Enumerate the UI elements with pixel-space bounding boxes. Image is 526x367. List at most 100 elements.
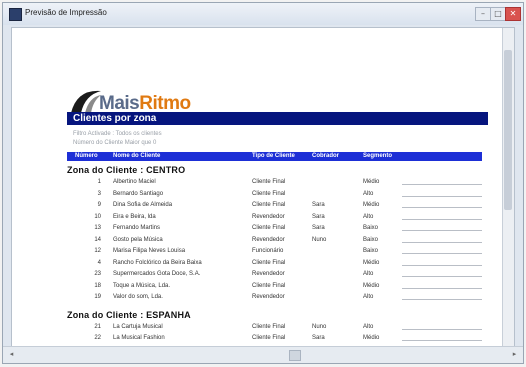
row-rule	[402, 299, 482, 300]
cell-client-type: Revendedor	[252, 236, 285, 243]
cell-number: 1	[97, 179, 101, 185]
cell-client-name: La Cartuja Musical	[113, 323, 163, 330]
cell-client-name: Marisa Filipa Neves Louisa	[113, 248, 186, 254]
cell-number: 14	[94, 236, 101, 243]
cell-segment: Médio	[363, 282, 380, 289]
cell-segment: Médio	[363, 179, 380, 185]
row-rule	[402, 207, 482, 208]
table-row[interactable]: 22 La Musical Fashion Cliente Final Sara Méd…	[67, 333, 487, 344]
cell-client-type: Cliente Final	[252, 202, 286, 208]
cell-number: 3	[97, 190, 101, 197]
column-header: Número Nome do Cliente Tipo de Cliente C…	[67, 152, 482, 161]
maximize-button[interactable]: □	[490, 7, 506, 21]
row-rule	[402, 253, 482, 254]
row-rule	[402, 184, 482, 185]
title-bar[interactable]: Previsão de Impressão – □ ✕	[3, 3, 523, 25]
row-rule	[402, 340, 482, 341]
cell-segment: Alto	[363, 213, 374, 220]
col-name: Nome do Cliente	[113, 153, 161, 159]
cell-client-type: Revendedor	[252, 213, 285, 220]
zone-heading: Zona do Cliente : CENTRO	[67, 165, 186, 175]
filter-line-1: Filtro Activade : Todos os clientes	[73, 131, 162, 137]
row-rule	[402, 218, 482, 220]
cell-number: 10	[94, 213, 101, 220]
cell-client-name: Toque a Música, Lda.	[113, 282, 171, 289]
row-rule	[402, 241, 482, 243]
cell-client-name: Rancho Folclórico da Beira Baixa	[113, 259, 202, 266]
row-rule	[402, 328, 482, 330]
cell-client-name: Bernardo Santiago	[113, 190, 164, 197]
cell-client-type: Cliente Final	[252, 323, 286, 330]
table-row[interactable]: 4 Rancho Folclórico da Beira Baixa Cliente…	[67, 258, 487, 269]
cell-client-type: Funcionário	[252, 248, 284, 254]
cell-collector: Sara	[312, 225, 325, 231]
cell-number: 18	[94, 282, 101, 289]
cell-segment: Alto	[363, 294, 374, 300]
table-row[interactable]: 18 Toque a Música, Lda. Cliente Final Médio	[67, 281, 487, 292]
close-button[interactable]: ✕	[505, 7, 521, 21]
scroll-right-icon[interactable]: ▸	[510, 350, 519, 359]
cell-segment: Baixo	[363, 248, 379, 254]
cell-collector: Nuno	[312, 323, 327, 330]
col-number: Número	[75, 153, 98, 159]
table-row[interactable]: 12 Marisa Filipa Neves Louisa Funcionário B…	[67, 246, 487, 257]
resize-grip[interactable]	[289, 350, 301, 361]
cell-client-name: Dina Sofia de Almeida	[113, 202, 173, 208]
cell-client-type: Revendedor	[252, 271, 285, 277]
col-segment: Segmento	[363, 153, 393, 159]
table-row[interactable]: 9 Dina Sofia de Almeida Cliente Final Sara M…	[67, 200, 487, 211]
vertical-scrollbar[interactable]	[502, 28, 514, 346]
table-row[interactable]: 13 Fernando Martins Cliente Final Sara Baixo	[67, 223, 487, 234]
report-page: MaisRitmo Clientes por zona Filtro Activ…	[12, 28, 502, 346]
table-row[interactable]: 14 Gosto pela Música Revendedor Nuno Baixo	[67, 235, 487, 246]
cell-segment: Médio	[363, 202, 380, 208]
cell-client-type: Cliente Final	[252, 225, 286, 231]
cell-client-type: Cliente Final	[252, 282, 286, 289]
logo-text-part1: Mais	[99, 93, 140, 114]
cell-client-type: Revendedor	[252, 294, 285, 300]
cell-collector: Nuno	[312, 236, 327, 243]
col-type: Tipo de Cliente	[252, 153, 295, 159]
table-row[interactable]: 10 Eira e Beira, lda Revendedor Sara Alto	[67, 212, 487, 223]
cell-client-name: Valor do som, Lda.	[113, 294, 163, 300]
logo-text-part2: Ritmo	[139, 93, 191, 114]
col-collector: Cobrador	[312, 153, 339, 159]
cell-segment: Médio	[363, 259, 380, 266]
cell-number: 21	[94, 323, 101, 330]
cell-client-type: Cliente Final	[252, 335, 286, 341]
row-rule	[402, 287, 482, 289]
table-row[interactable]: 19 Valor do som, Lda. Revendedor Alto	[67, 292, 487, 303]
cell-number: 4	[97, 259, 101, 266]
status-bar: ◂ ▸	[3, 346, 523, 363]
cell-collector: Sara	[312, 202, 325, 208]
cell-number: 12	[94, 248, 101, 254]
cell-number: 19	[94, 294, 101, 300]
cell-segment: Alto	[363, 323, 374, 330]
window-title: Previsão de Impressão	[25, 8, 107, 17]
scroll-left-icon[interactable]: ◂	[7, 350, 16, 359]
filter-line-2: Número do Cliente Maior que 0	[73, 140, 157, 146]
cell-number: 9	[97, 202, 101, 208]
row-rule	[402, 230, 482, 231]
logo-mark-icon	[71, 90, 101, 113]
table-row[interactable]: 3 Bernardo Santiago Cliente Final Alto	[67, 189, 487, 200]
cell-client-name: La Musical Fashion	[113, 335, 165, 341]
cell-number: 22	[94, 335, 101, 341]
minimize-button[interactable]: –	[475, 7, 491, 21]
cell-client-type: Cliente Final	[252, 259, 286, 266]
report-title: Clientes por zona	[67, 112, 488, 125]
cell-client-name: Eira e Beira, lda	[113, 213, 156, 220]
table-row[interactable]: 21 La Cartuja Musical Cliente Final Nuno Alt…	[67, 322, 487, 333]
zone-heading: Zona do Cliente : ESPANHA	[67, 309, 191, 320]
cell-client-type: Cliente Final	[252, 179, 286, 185]
row-rule	[402, 264, 482, 266]
row-rule	[402, 195, 482, 197]
scrollbar-thumb[interactable]	[504, 50, 512, 210]
cell-segment: Baixo	[363, 225, 379, 231]
app-icon	[9, 8, 22, 21]
preview-area[interactable]: MaisRitmo Clientes por zona Filtro Activ…	[11, 27, 515, 347]
cell-collector: Sara	[312, 335, 325, 341]
row-rule	[402, 276, 482, 277]
table-row[interactable]: 1 Albertino Maciel Cliente Final Médio	[67, 177, 487, 188]
table-row[interactable]: 23 Supermercados Gota Doce, S.A. Revendedo…	[67, 269, 487, 280]
